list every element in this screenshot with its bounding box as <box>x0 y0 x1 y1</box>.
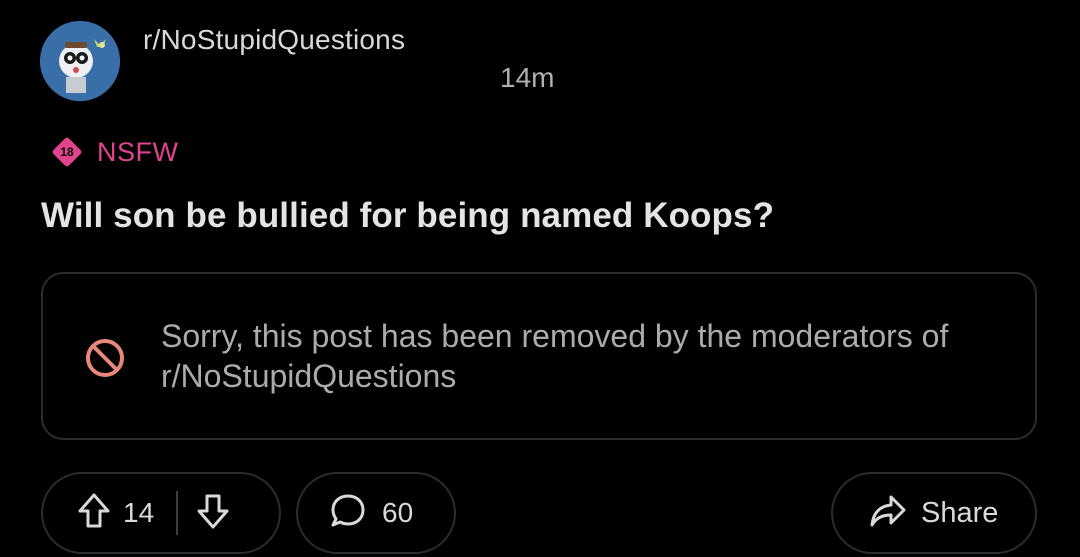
avatar-image <box>40 21 120 101</box>
vote-divider <box>176 491 179 535</box>
removed-notice-text: Sorry, this post has been removed by the… <box>161 318 949 394</box>
share-button[interactable]: Share <box>831 472 1037 554</box>
removed-notice-card: Sorry, this post has been removed by the… <box>41 272 1037 440</box>
vote-control: 14 <box>41 472 281 554</box>
vote-count: 14 <box>123 497 155 528</box>
post-timestamp: 14m <box>500 62 555 93</box>
comment-bubble-icon <box>328 491 368 536</box>
nsfw-tag: 18 NSFW <box>51 136 178 168</box>
nsfw-badge-number: 18 <box>60 145 74 159</box>
downvote-arrow-icon[interactable] <box>196 492 230 535</box>
post-view: r/NoStupidQuestions 14m 18 NSFW Will son… <box>0 0 1080 557</box>
comments-button[interactable]: 60 <box>296 472 456 554</box>
nsfw-badge-icon: 18 <box>51 136 83 168</box>
share-arrow-icon <box>869 493 907 534</box>
prohibited-icon <box>86 339 124 377</box>
subreddit-name[interactable]: r/NoStupidQuestions <box>143 24 405 56</box>
nsfw-label: NSFW <box>97 136 179 167</box>
comment-count: 60 <box>382 497 414 528</box>
subreddit-avatar[interactable] <box>40 21 120 101</box>
share-label: Share <box>921 496 999 529</box>
upvote-arrow-icon[interactable] <box>77 492 111 535</box>
post-title[interactable]: Will son be bullied for being named Koop… <box>41 196 774 236</box>
